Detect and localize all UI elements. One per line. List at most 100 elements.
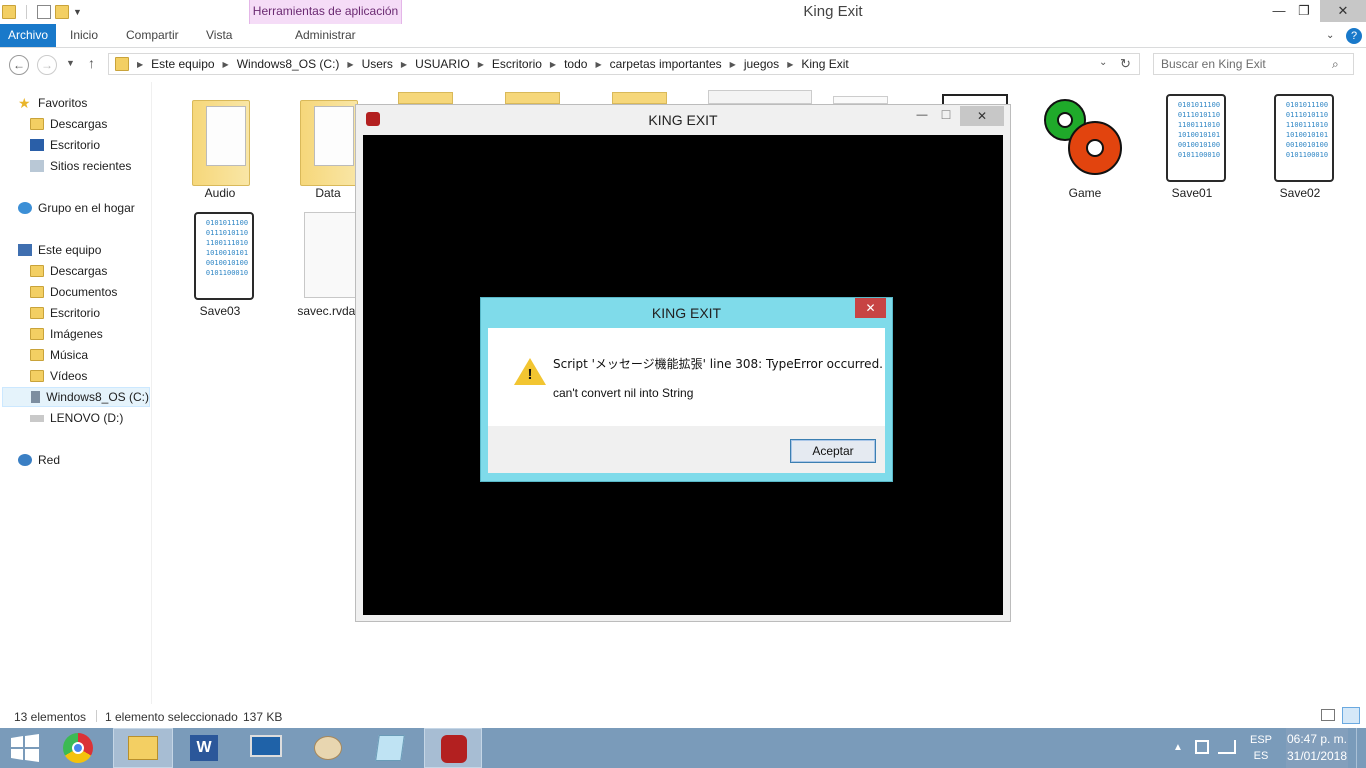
tab-archivo[interactable]: Archivo [0,24,56,47]
taskbar-chrome[interactable] [50,728,107,768]
divider [26,5,27,19]
large-icons-view-icon[interactable] [1342,707,1360,724]
breadcrumb-item[interactable]: Users [362,57,393,71]
breadcrumb-item[interactable]: King Exit [801,57,848,71]
breadcrumb-item[interactable]: carpetas importantes [610,57,722,71]
close-button[interactable]: ✕ [1320,0,1366,22]
file-label: Game [1068,186,1102,200]
search-icon[interactable]: ⌕ [1332,57,1339,72]
file-item-game[interactable]: Game [1040,92,1130,200]
chevron-down-icon[interactable]: ⌄ [1099,57,1107,68]
nav-fav-sitios[interactable]: Sitios recientes [30,156,182,176]
nav-este-equipo[interactable]: Este equipo [18,240,170,260]
taskbar-word[interactable]: W [176,728,233,768]
nav-label: Documentos [50,285,118,299]
properties-icon[interactable] [37,5,51,19]
language-indicator[interactable]: ESP ES [1246,728,1276,768]
search-input[interactable]: Buscar en King Exit [1153,53,1354,75]
taskbar-file-explorer[interactable] [113,728,173,768]
help-icon[interactable]: ? [1346,28,1362,44]
maximize-button[interactable]: ❐ [1289,0,1319,22]
nav-grupo-hogar[interactable]: Grupo en el hogar [18,198,170,218]
recent-places-icon [30,160,44,172]
folder-icon[interactable] [398,92,453,104]
address-input[interactable]: ▶ Este equipo ▶ Windows8_OS (C:) ▶ Users… [108,53,1140,75]
clock-date: 31/01/2018 [1286,749,1348,763]
file-thumbnail[interactable] [708,90,812,104]
folder-icon[interactable] [505,92,560,104]
tab-vista[interactable]: Vista [206,24,232,47]
nav-favoritos[interactable]: ★ Favoritos [18,93,170,113]
gears-icon [1044,92,1122,184]
show-hidden-icons-icon[interactable]: ▲ [1173,742,1183,753]
chevron-right-icon: ▶ [787,59,794,69]
breadcrumb-item[interactable]: Windows8_OS (C:) [237,57,340,71]
file-item-save02[interactable]: 0101011100 0111010110 1100111010 1010010… [1255,92,1345,200]
folder-icon [188,92,252,186]
power-icon[interactable] [1195,740,1209,754]
minimize-button[interactable]: — [912,109,932,121]
taskbar-notepad[interactable] [362,728,419,768]
close-button[interactable]: ✕ [960,106,1004,126]
taskbar-king-exit[interactable] [424,728,482,768]
nav-videos[interactable]: Vídeos [30,366,182,386]
palette-icon [314,736,342,760]
chevron-right-icon: ▶ [400,59,408,69]
folder-icon[interactable] [2,5,16,19]
recent-locations-icon[interactable]: ▼ [66,58,75,68]
tab-compartir[interactable]: Compartir [126,24,179,47]
chevron-right-icon: ▶ [595,59,602,69]
forward-button[interactable]: → [37,55,57,75]
folder-icon[interactable] [612,92,667,104]
dialog-close-button[interactable]: ✕ [855,298,886,318]
title-bar [0,0,1366,24]
new-folder-icon[interactable] [55,5,69,19]
up-arrow-icon[interactable]: ↑ [88,55,95,71]
nav-fav-descargas[interactable]: Descargas [30,114,182,134]
nav-lenovo-drive[interactable]: LENOVO (D:) [30,408,182,428]
nav-musica[interactable]: Música [30,345,182,365]
taskbar-paint[interactable] [300,728,357,768]
file-label: Save01 [1171,186,1213,200]
tab-administrar[interactable]: Administrar [295,24,356,47]
breadcrumb-item[interactable]: todo [564,57,587,71]
file-item-audio[interactable]: Audio [175,92,265,200]
chevron-down-icon[interactable]: ▼ [73,7,82,17]
file-thumbnail[interactable] [833,96,888,104]
error-dialog[interactable]: KING EXIT ✕ ! Script 'メッセージ機能拡張' line 30… [480,297,893,482]
nav-red[interactable]: Red [18,450,170,470]
show-desktop-button[interactable] [1356,728,1366,768]
chrome-center [72,742,84,754]
ok-button[interactable]: Aceptar [790,439,876,463]
start-button[interactable] [0,728,50,768]
network-signal-icon[interactable] [1218,740,1236,754]
maximize-button[interactable]: ☐ [936,108,956,122]
file-item-save01[interactable]: 0101011100 0111010110 1100111010 1010010… [1147,92,1237,200]
folder-icon [115,57,129,71]
nav-windows-drive[interactable]: Windows8_OS (C:) [2,387,150,407]
nav-imagenes[interactable]: Imágenes [30,324,182,344]
file-thumbnail[interactable] [942,94,1008,104]
breadcrumb-item[interactable]: juegos [744,57,779,71]
clock[interactable]: 06:47 p. m. 31/01/2018 [1286,728,1348,768]
expand-ribbon-icon[interactable]: ⌄ [1326,24,1334,47]
back-button[interactable]: ← [9,55,29,75]
breadcrumb-item[interactable]: Escritorio [492,57,542,71]
blank-file-icon [296,210,360,302]
file-label: Save03 [199,304,241,318]
nav-fav-escritorio[interactable]: Escritorio [30,135,182,155]
nav-escritorio[interactable]: Escritorio [30,303,182,323]
breadcrumb-item[interactable]: USUARIO [415,57,470,71]
quick-access-toolbar: ▼ [0,0,82,24]
nav-label: Windows8_OS (C:) [46,390,149,404]
tab-inicio[interactable]: Inicio [70,24,98,47]
taskbar-lenovo[interactable] [238,728,295,768]
nav-documentos[interactable]: Documentos [30,282,182,302]
drive-icon [30,414,44,422]
file-item-save03[interactable]: 0101011100 0111010110 1100111010 1010010… [175,210,265,318]
details-view-icon[interactable] [1321,709,1335,721]
nav-descargas[interactable]: Descargas [30,261,182,281]
breadcrumb-item[interactable]: Este equipo [151,57,214,71]
language-label: ESP [1249,734,1272,746]
refresh-icon[interactable]: ↻ [1120,56,1131,72]
